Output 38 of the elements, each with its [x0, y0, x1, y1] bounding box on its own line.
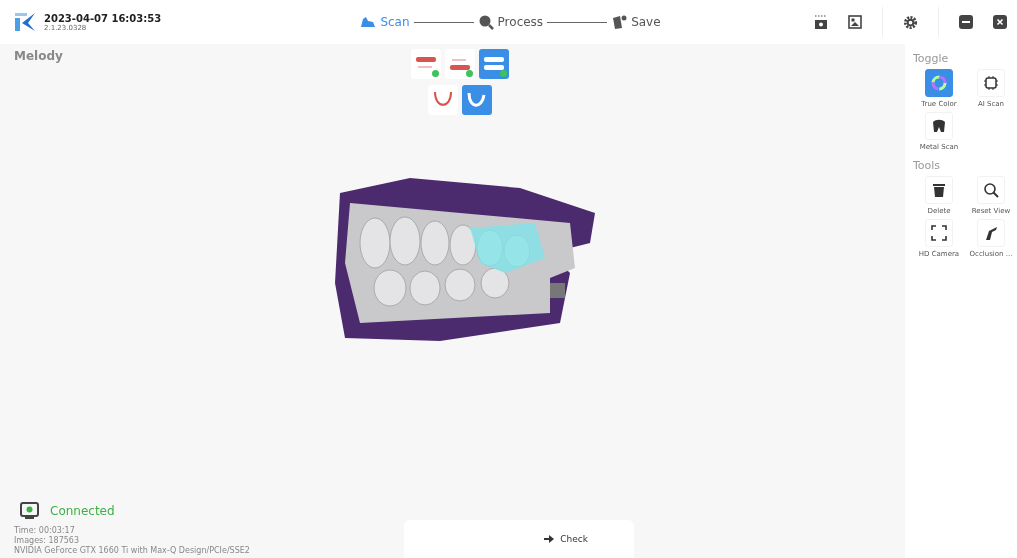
jaw-mode-button[interactable] — [410, 49, 441, 79]
monitor-icon — [20, 502, 40, 520]
hd-frame-icon — [931, 225, 947, 241]
section-title: Tools — [913, 159, 942, 172]
section-title: Toggle — [913, 52, 950, 65]
arrow-icon — [544, 535, 555, 543]
trash-icon — [932, 182, 946, 198]
step-tab[interactable]: Scan — [360, 15, 410, 29]
tool-button[interactable] — [925, 176, 953, 204]
chip-icon — [983, 75, 999, 91]
minimize-icon[interactable] — [959, 15, 973, 29]
info-text: Images: 187563 — [14, 536, 79, 546]
info-text: NVIDIA GeForce GTX 1660 Ti with Max-Q Design/PCIe/SSE2 — [14, 546, 250, 556]
zoom-icon — [983, 182, 999, 198]
info-text: Time: 00:03:17 — [14, 526, 75, 536]
connection-status: Connected — [50, 504, 115, 518]
step-tab[interactable]: Save — [611, 14, 661, 30]
check-button[interactable]: Check — [538, 533, 594, 545]
tool-button[interactable] — [925, 219, 953, 247]
color-ring-icon — [931, 75, 947, 91]
timestamp-text: 2023-04-07 16:03:53 — [44, 12, 162, 24]
logo-icon — [14, 11, 36, 33]
jaw-mode-button[interactable] — [444, 49, 475, 79]
settings-icon[interactable] — [903, 14, 918, 30]
scan-type-button[interactable] — [461, 85, 492, 115]
camera-icon[interactable] — [814, 15, 828, 29]
tool-button[interactable] — [977, 219, 1005, 247]
toggle-button[interactable] — [925, 69, 953, 97]
tool-button[interactable] — [977, 176, 1005, 204]
image-icon[interactable] — [848, 15, 862, 29]
save-icon — [611, 14, 628, 30]
step-tab[interactable]: Process — [477, 14, 544, 30]
scan-type-button[interactable] — [427, 85, 458, 115]
jaw-mode-button[interactable] — [478, 49, 509, 79]
patient-name: Melody — [14, 49, 64, 63]
close-icon[interactable] — [993, 15, 1007, 29]
tooth-icon — [931, 118, 947, 134]
magnifier-icon — [477, 14, 494, 30]
